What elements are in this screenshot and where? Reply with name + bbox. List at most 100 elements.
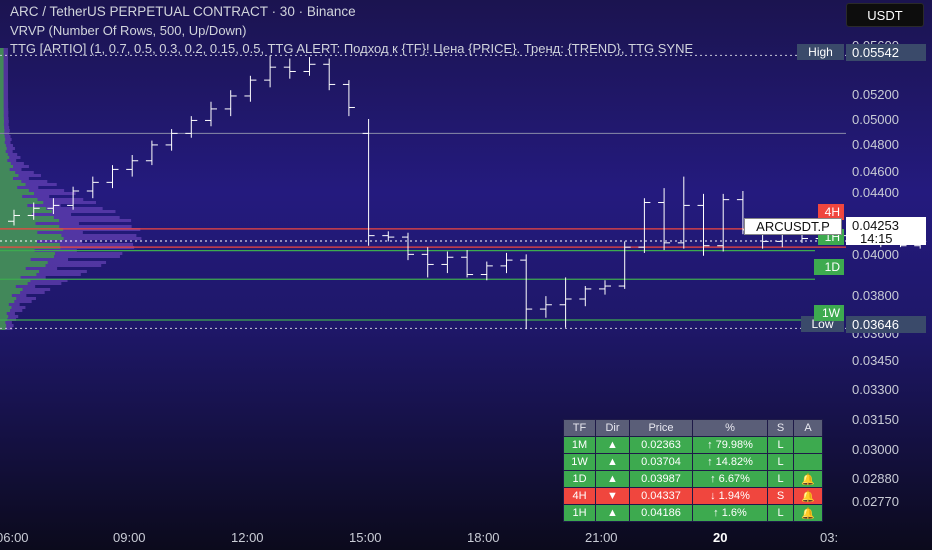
row-price: 0.04337	[641, 490, 681, 502]
row-tf: 4H	[572, 490, 587, 502]
volume-profile-bar-up	[0, 120, 4, 123]
price-tick: 0.02880	[852, 471, 899, 486]
volume-profile-bar-up	[0, 63, 4, 66]
volume-profile-bar-up	[0, 216, 54, 219]
header-s: S	[768, 420, 793, 436]
row-pct: ↑ 79.98%	[707, 439, 753, 451]
volume-profile-bar-up	[0, 210, 52, 213]
row-price: 0.03704	[641, 456, 681, 468]
low-price-label: 0.03646	[846, 316, 926, 333]
row-tf: 1H	[572, 507, 587, 519]
row-tf: 1W	[571, 456, 588, 468]
symbol-title[interactable]: ARC / TetherUS PERPETUAL CONTRACT · 30 ·…	[10, 4, 356, 19]
volume-profile-bar-up	[0, 183, 26, 186]
volume-profile-bar-up	[0, 93, 4, 96]
volume-profile-bar-up	[0, 192, 35, 195]
table-row: 1W ▲ 0.03704 ↑ 14.82% L	[564, 454, 822, 470]
volume-profile-bar-up	[0, 135, 5, 138]
volume-profile-bar-up	[0, 225, 60, 228]
header-a: A	[794, 420, 822, 436]
time-tick: 21:00	[585, 530, 618, 545]
volume-profile-bar-up	[0, 171, 16, 174]
volume-profile-bar-up	[0, 321, 6, 324]
volume-profile-bar-up	[0, 294, 12, 297]
volume-profile-bar-up	[0, 114, 4, 117]
volume-profile-bar-up	[0, 72, 4, 75]
volume-profile-bar-up	[0, 147, 7, 150]
volume-profile-bar-up	[0, 315, 9, 318]
ttg-indicator-legend[interactable]: TTG [ARTIO] (1, 0.7, 0.5, 0.3, 0.2, 0.15…	[10, 41, 846, 56]
time-tick-day: 20	[713, 530, 728, 545]
time-tick: 18:00	[467, 530, 500, 545]
price-tick: 0.04000	[852, 247, 899, 262]
volume-profile-bar-up	[0, 234, 62, 237]
row-dir: ▲	[607, 456, 618, 468]
volume-profile-bar-up	[0, 168, 10, 171]
row-tf: 1D	[572, 473, 587, 485]
volume-profile-bar-up	[0, 324, 7, 327]
time-tick: 12:00	[231, 530, 264, 545]
row-s: L	[777, 507, 784, 519]
level-1w-tag: 1W	[814, 305, 844, 321]
volume-profile-bar-up	[0, 297, 17, 300]
row-a	[794, 437, 822, 453]
volume-profile-bar-up	[0, 156, 10, 159]
row-pct: ↑ 14.82%	[707, 456, 753, 468]
volume-profile-bar-up	[0, 288, 23, 291]
row-pct: ↑ 1.6%	[713, 507, 747, 519]
volume-profile-bar-up	[0, 84, 4, 87]
volume-profile-bar-up	[0, 306, 12, 309]
row-pct: ↓ 1.94%	[710, 490, 750, 502]
currency-button[interactable]: USDT	[846, 3, 924, 27]
high-price-label: 0.05542	[846, 44, 926, 61]
volume-profile-bar-up	[0, 285, 16, 288]
time-tick: 09:00	[113, 530, 146, 545]
volume-profile-bar-up	[0, 105, 4, 108]
volume-profile-bar-up	[0, 255, 54, 258]
header-dir: Dir	[596, 420, 629, 436]
volume-profile-bar-up	[0, 303, 9, 306]
volume-profile-bar-up	[0, 177, 13, 180]
row-s: L	[777, 439, 784, 451]
volume-profile-bar-up	[0, 75, 4, 78]
row-s: L	[777, 456, 784, 468]
volume-profile-bar-up	[0, 87, 4, 90]
volume-profile-bar-up	[0, 48, 4, 51]
volume-profile-bar-up	[0, 150, 6, 153]
ttg-signal-table: TF Dir Price % S A 1M ▲ 0.02363 ↑ 79.98%…	[563, 419, 823, 522]
table-row: 4H ▼ 0.04337 ↓ 1.94% S 🔔	[564, 488, 822, 504]
row-a	[794, 454, 822, 470]
volume-profile-bar-up	[0, 66, 4, 69]
volume-profile-bar-up	[0, 153, 8, 156]
volume-profile-bar-up	[0, 300, 15, 303]
header-pct: %	[693, 420, 767, 436]
volume-profile-bar-up	[0, 90, 4, 93]
volume-profile-bar-up	[0, 291, 21, 294]
price-tick: 0.03800	[852, 288, 899, 303]
header-price: Price	[630, 420, 692, 436]
symbol-price-tag: ARCUSDT.P	[744, 218, 842, 235]
row-price: 0.02363	[641, 439, 681, 451]
volume-profile-bar-up	[0, 240, 37, 243]
table-row: 1M ▲ 0.02363 ↑ 79.98% L	[564, 437, 822, 453]
volume-profile-bar-up	[0, 111, 4, 114]
volume-profile-bar-up	[0, 243, 60, 246]
volume-profile-bar-up	[0, 60, 4, 63]
volume-profile-bar-up	[0, 198, 38, 201]
volume-profile-bar-up	[0, 108, 4, 111]
volume-profile-bar-up	[0, 282, 28, 285]
row-s: L	[777, 473, 784, 485]
volume-profile-bar-up	[0, 204, 28, 207]
volume-profile-bar-up	[0, 180, 22, 183]
volume-profile-bar-up	[0, 186, 18, 189]
table-row: 1D ▲ 0.03987 ↑ 6.67% L 🔔	[564, 471, 822, 487]
price-tick: 0.04600	[852, 164, 899, 179]
row-price: 0.04186	[641, 507, 681, 519]
volume-profile-bar-up	[0, 126, 5, 129]
volume-profile-bar-up	[0, 189, 29, 192]
volume-profile-bar-up	[0, 261, 48, 264]
price-tick: 0.04400	[852, 185, 899, 200]
vrvp-indicator-legend[interactable]: VRVP (Number Of Rows, 500, Up/Down)	[10, 23, 247, 38]
price-tick: 0.04800	[852, 137, 899, 152]
volume-profile-bar-up	[0, 162, 11, 165]
